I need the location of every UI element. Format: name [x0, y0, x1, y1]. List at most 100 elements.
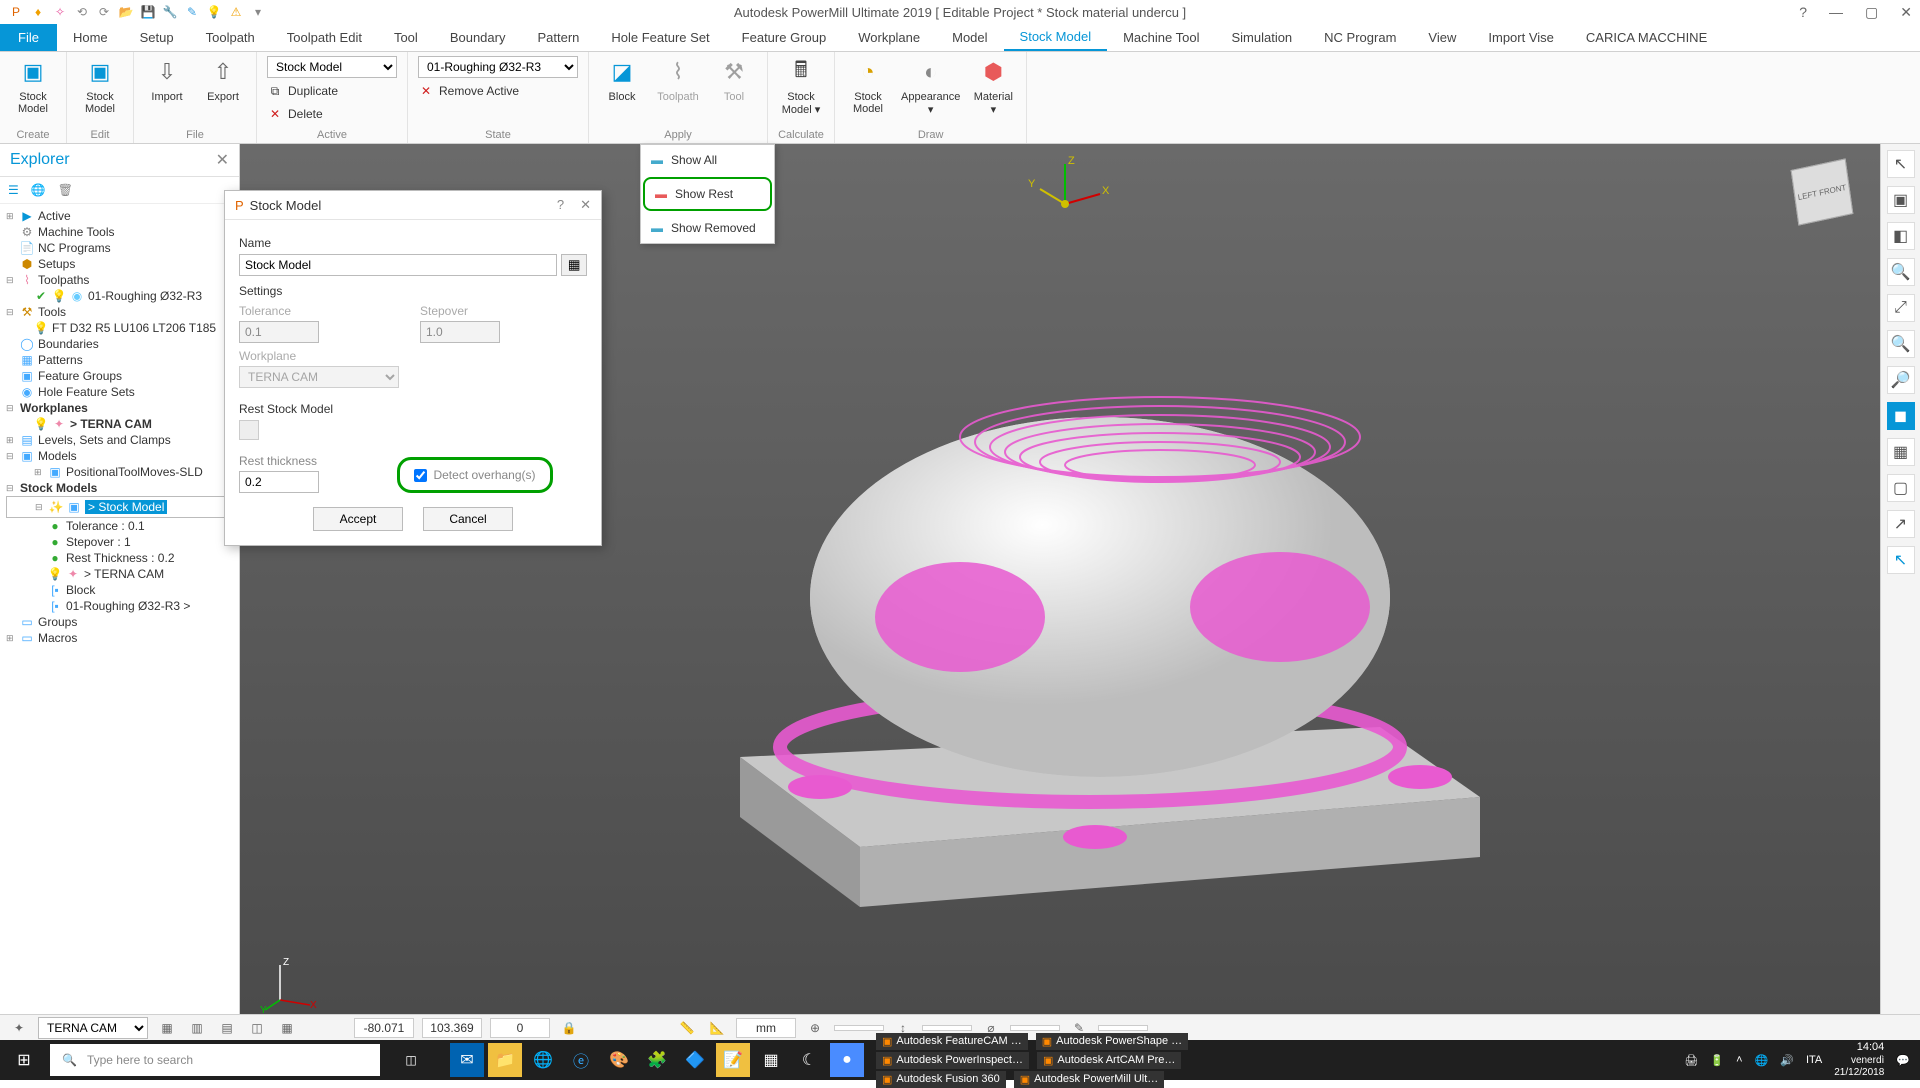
calculate-button[interactable]: 🖩Stock Model ▾ — [778, 56, 824, 116]
export-button[interactable]: ⇧Export — [200, 56, 246, 103]
rtb-box-icon[interactable]: ▢ — [1887, 474, 1915, 502]
rtb-shade-icon[interactable]: ◼ — [1887, 402, 1915, 430]
rtb-pointer-icon[interactable]: ↖ — [1887, 546, 1915, 574]
status-icon[interactable]: ▦ — [156, 1017, 178, 1039]
tab-toolpath[interactable]: Toolpath — [190, 24, 271, 51]
task-view-icon[interactable]: ◫ — [394, 1053, 428, 1067]
tab-model[interactable]: Model — [936, 24, 1003, 51]
status-icon[interactable]: ▥ — [186, 1017, 208, 1039]
create-stock-model-button[interactable]: ▣Stock Model — [10, 56, 56, 115]
tb-explorer-icon[interactable]: 📁 — [488, 1043, 522, 1077]
apply-toolpath-button[interactable]: ⌇Toolpath — [655, 56, 701, 103]
explorer-close-icon[interactable]: ✕ — [216, 150, 229, 170]
rtb-cursor-icon[interactable]: ↖ — [1887, 150, 1915, 178]
apply-block-button[interactable]: ◪Block — [599, 56, 645, 103]
tab-boundary[interactable]: Boundary — [434, 24, 522, 51]
taskbar-app[interactable]: ▣Autodesk PowerInspect… — [876, 1052, 1029, 1069]
explorer-tool-icon[interactable]: ☰ — [8, 183, 19, 197]
tray-lang[interactable]: ITA — [1806, 1054, 1822, 1066]
active-stockmodel-select[interactable]: Stock Model — [267, 56, 397, 78]
tab-setup[interactable]: Setup — [124, 24, 190, 51]
dialog-name-input[interactable] — [239, 254, 557, 276]
appearance-button[interactable]: ◐Appearance ▾ — [901, 56, 960, 116]
tab-view[interactable]: View — [1412, 24, 1472, 51]
status-lock-icon[interactable]: 🔒 — [558, 1017, 580, 1039]
tab-nc-program[interactable]: NC Program — [1308, 24, 1412, 51]
qat-open-icon[interactable]: 📂 — [118, 4, 134, 20]
cancel-button[interactable]: Cancel — [423, 507, 513, 531]
tray-icon[interactable]: 🖨 — [1684, 1054, 1698, 1067]
taskbar-app[interactable]: ▣Autodesk PowerShape … — [1036, 1033, 1188, 1050]
status-target-icon[interactable]: ⊕ — [804, 1017, 826, 1039]
dialog-name-button[interactable]: ▦ — [561, 254, 587, 276]
tb-app-icon[interactable]: ☾ — [792, 1043, 826, 1077]
tab-pattern[interactable]: Pattern — [521, 24, 595, 51]
rtb-wire-icon[interactable]: ▦ — [1887, 438, 1915, 466]
rtb-cube-icon[interactable]: ▣ — [1887, 186, 1915, 214]
taskbar-app[interactable]: ▣Autodesk PowerMill Ult… — [1014, 1071, 1165, 1088]
taskbar-search[interactable]: 🔍Type here to search — [50, 1044, 380, 1076]
accept-button[interactable]: Accept — [313, 507, 403, 531]
edit-stock-model-button[interactable]: ▣Stock Model — [77, 56, 123, 115]
rtb-arrow-icon[interactable]: ↗ — [1887, 510, 1915, 538]
qat-save-icon[interactable]: 💾 — [140, 4, 156, 20]
view-cube[interactable]: LEFT FRONT — [1791, 158, 1854, 225]
qat-icon[interactable]: ♦ — [30, 4, 46, 20]
tab-hole-feature-set[interactable]: Hole Feature Set — [595, 24, 725, 51]
show-rest-item[interactable]: ▬Show Rest — [643, 177, 772, 211]
rest-checkbox[interactable] — [239, 420, 259, 440]
qat-warning-icon[interactable]: ⚠ — [228, 4, 244, 20]
duplicate-button[interactable]: ⧉Duplicate — [267, 81, 338, 101]
detect-overhang-checkbox[interactable]: Detect overhang(s) — [397, 457, 552, 493]
tb-ie-icon[interactable]: ⓔ — [564, 1043, 598, 1077]
apply-tool-button[interactable]: ⚒Tool — [711, 56, 757, 103]
taskbar-app[interactable]: ▣Autodesk Fusion 360 — [876, 1071, 1006, 1088]
status-ruler-icon[interactable]: 📏 — [676, 1017, 698, 1039]
qat-icon[interactable]: ✧ — [52, 4, 68, 20]
minimize-icon[interactable]: — — [1829, 4, 1843, 21]
material-button[interactable]: ⬢Material ▾ — [970, 56, 1016, 116]
tab-simulation[interactable]: Simulation — [1215, 24, 1308, 51]
status-icon[interactable]: ▦ — [276, 1017, 298, 1039]
tb-chrome-icon[interactable]: 🌐 — [526, 1043, 560, 1077]
show-all-item[interactable]: ▬Show All — [641, 145, 774, 175]
tb-app-icon[interactable]: 🔷 — [678, 1043, 712, 1077]
tab-workplane[interactable]: Workplane — [842, 24, 936, 51]
tray-notifications-icon[interactable]: 💬 — [1896, 1054, 1910, 1067]
taskbar-app[interactable]: ▣Autodesk FeatureCAM … — [876, 1033, 1028, 1050]
tab-import-vise[interactable]: Import Vise — [1472, 24, 1570, 51]
close-icon[interactable]: ✕ — [1900, 4, 1912, 21]
state-select[interactable]: 01-Roughing Ø32-R3 — [418, 56, 578, 78]
remove-active-button[interactable]: ✕Remove Active — [418, 81, 519, 101]
rtb-zoom3-icon[interactable]: 🔎 — [1887, 366, 1915, 394]
tab-tool[interactable]: Tool — [378, 24, 434, 51]
status-measure-icon[interactable]: 📐 — [706, 1017, 728, 1039]
tb-app-icon[interactable]: 🧩 — [640, 1043, 674, 1077]
dialog-help-icon[interactable]: ? — [557, 197, 564, 213]
explorer-tree[interactable]: ⊞▶Active ⚙Machine Tools 📄NC Programs ⬢Se… — [0, 204, 239, 1038]
delete-button[interactable]: ✕Delete — [267, 104, 323, 124]
tb-zoom-icon[interactable]: ● — [830, 1043, 864, 1077]
explorer-trash-icon[interactable]: 🗑 — [58, 183, 73, 197]
import-button[interactable]: ⇩Import — [144, 56, 190, 103]
help-icon[interactable]: ? — [1799, 4, 1807, 21]
explorer-globe-icon[interactable]: 🌐 — [31, 183, 46, 197]
tray-icon[interactable]: 🔋 — [1710, 1054, 1724, 1067]
tree-item-stock-model[interactable]: ⊟✨▣> Stock Model — [6, 496, 235, 518]
qat-icon[interactable]: ⟲ — [74, 4, 90, 20]
tab-stock-model[interactable]: Stock Model — [1004, 24, 1108, 51]
rtb-zoomfit-icon[interactable]: ⤢ — [1887, 294, 1915, 322]
tray-network-icon[interactable]: 🌐 — [1755, 1054, 1769, 1067]
status-wp-icon[interactable]: ✦ — [8, 1017, 30, 1039]
tb-app-icon[interactable]: ▦ — [754, 1043, 788, 1077]
tab-home[interactable]: Home — [57, 24, 124, 51]
tab-toolpath-edit[interactable]: Toolpath Edit — [271, 24, 378, 51]
rest-thickness-input[interactable] — [239, 471, 319, 493]
show-removed-item[interactable]: ▬Show Removed — [641, 213, 774, 243]
taskbar-clock[interactable]: 14:04 venerdì 21/12/2018 — [1834, 1041, 1884, 1078]
tray-volume-icon[interactable]: 🔊 — [1780, 1054, 1794, 1067]
rtb-cube2-icon[interactable]: ◧ — [1887, 222, 1915, 250]
qat-icon[interactable]: 🔧 — [162, 4, 178, 20]
status-workplane-select[interactable]: TERNA CAM — [38, 1017, 148, 1039]
tray-chevron-icon[interactable]: ˄ — [1736, 1054, 1742, 1066]
